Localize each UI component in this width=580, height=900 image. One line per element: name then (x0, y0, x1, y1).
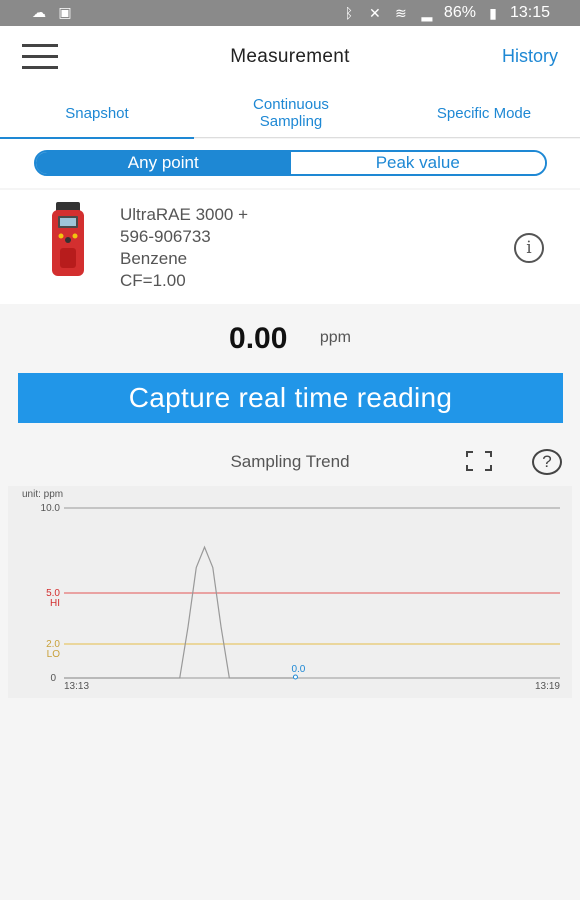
history-button[interactable]: History (502, 46, 558, 67)
segment-bar: Any point Peak value (0, 139, 580, 188)
tab-continuous-sampling-label: Continuous Sampling (253, 96, 329, 130)
gallery-icon: ▣ (58, 4, 72, 20)
capture-reading-button[interactable]: Capture real time reading (18, 373, 563, 423)
device-card: UltraRAE 3000 + 596-906733 Benzene CF=1.… (0, 190, 580, 304)
mode-tabs: Snapshot Continuous Sampling Specific Mo… (0, 88, 580, 139)
threshold-label-lo: LO (47, 649, 61, 660)
trend-series-line (64, 545, 296, 679)
app-bar: Measurement History (0, 26, 580, 88)
signal-icon: ▂ (421, 5, 433, 21)
device-details: UltraRAE 3000 + 596-906733 Benzene CF=1.… (120, 204, 248, 292)
latest-point-label: 0.0 (291, 664, 305, 675)
y-tick-zero: 0 (50, 673, 56, 684)
current-reading: 0.00 ppm (0, 322, 580, 356)
trend-title: Sampling Trend (230, 452, 350, 471)
battery-icon: ▮ (489, 5, 497, 21)
latest-point-marker (292, 674, 298, 680)
trend-chart-svg: unit: ppm10.05.0HI2.0LO013:13 13:190.0 (22, 489, 560, 692)
reading-value: 0.00 (229, 322, 288, 355)
threshold-label-hi: HI (50, 598, 60, 609)
expand-icon[interactable] (466, 451, 492, 471)
cloud-icon: ☁ (32, 4, 46, 20)
reading-unit: ppm (319, 329, 351, 346)
help-icon[interactable]: ? (532, 449, 562, 475)
tab-continuous-sampling[interactable]: Continuous Sampling (194, 88, 388, 138)
status-right: ᛒ ✕ ≋ ▂ 86% ▮ 13:15 (340, 4, 550, 22)
sampling-trend-chart: unit: ppm 10.0 5.0 HI 2.0 LO 0 13:13 13:19 0.0 (8, 486, 572, 698)
mute-icon: ✕ (369, 5, 381, 21)
page-title: Measurement (230, 46, 350, 67)
tab-snapshot[interactable]: Snapshot (0, 88, 194, 139)
status-bar: ☁ ▣ ᛒ ✕ ≋ ▂ 86% ▮ 13:15 (0, 0, 580, 26)
bluetooth-icon: ᛒ (344, 5, 354, 21)
x-tick-start: 13:13 (64, 681, 89, 692)
device-image (52, 202, 84, 276)
device-serial: 596-906733 (120, 227, 211, 246)
status-left-icons: ☁ ▣ (30, 4, 74, 20)
device-gas: Benzene (120, 249, 188, 268)
wifi-icon: ≋ (395, 5, 407, 21)
capture-mode-toggle: Any point Peak value (34, 150, 547, 176)
tab-specific-mode[interactable]: Specific Mode (388, 88, 580, 138)
info-icon[interactable]: i (514, 233, 544, 263)
y-tick-max: 10.0 (41, 503, 61, 514)
x-tick-end: 13:19 (535, 681, 560, 692)
clock: 13:15 (509, 4, 550, 21)
battery-percent: 86% (443, 4, 476, 21)
segment-any-point[interactable]: Any point (36, 152, 291, 174)
device-cf: CF=1.00 (120, 271, 186, 290)
segment-peak-value[interactable]: Peak value (290, 152, 545, 174)
chart-unit-label: unit: ppm (22, 489, 63, 500)
device-model: UltraRAE 3000 + (120, 205, 249, 224)
